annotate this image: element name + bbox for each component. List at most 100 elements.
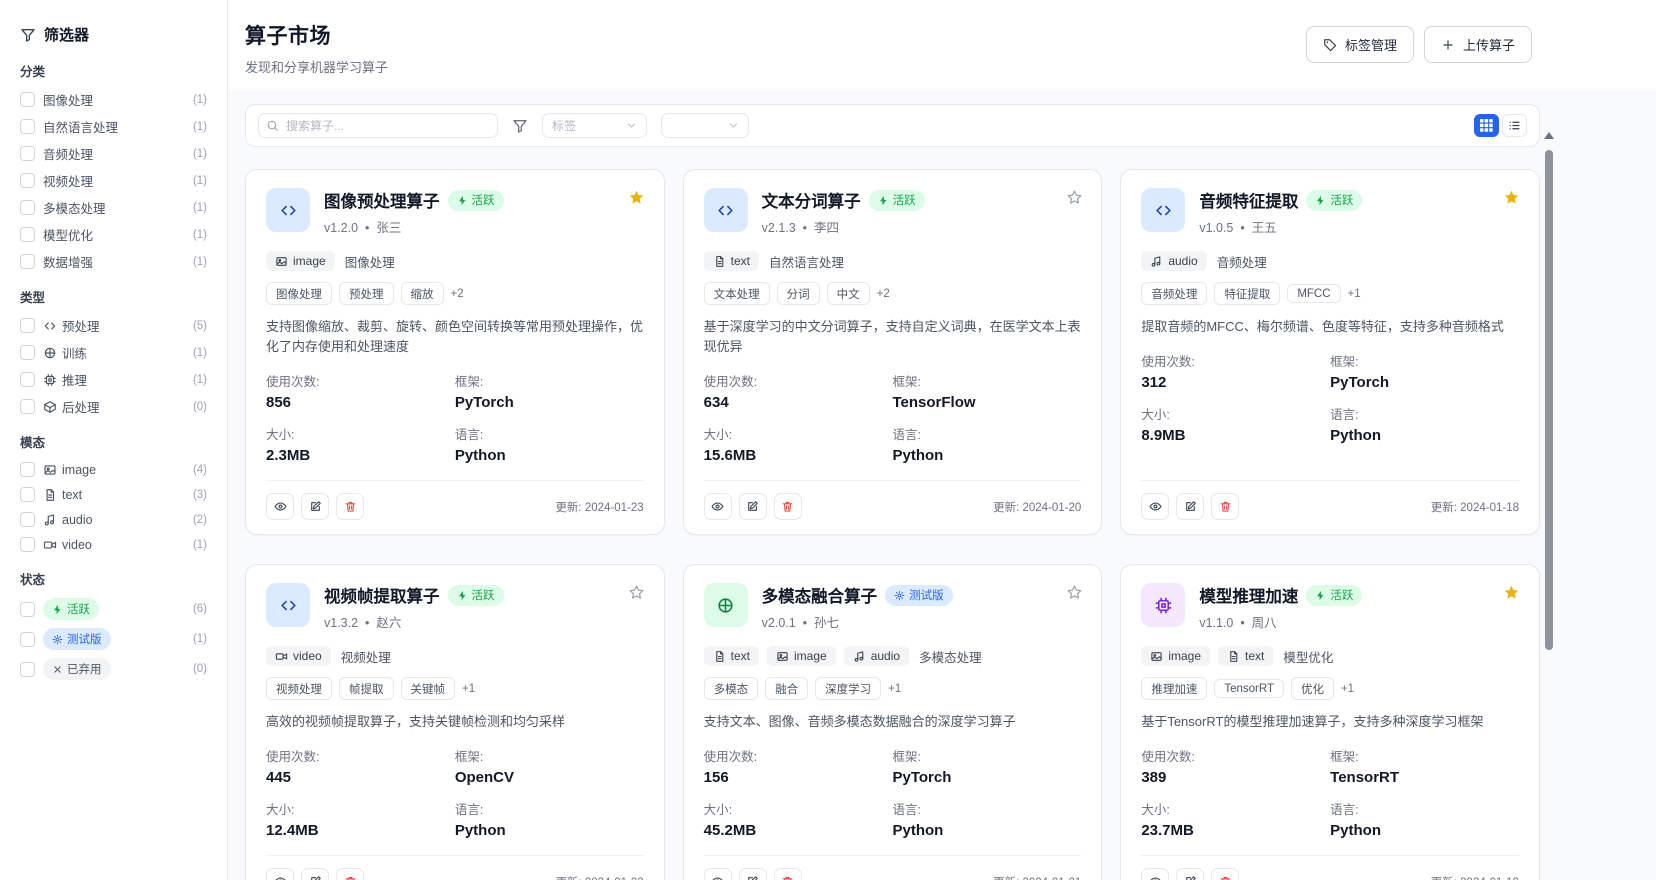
file-text-icon [43,488,57,502]
trash-icon [1219,500,1232,513]
filter-checkbox[interactable] [20,200,35,215]
list-view-button[interactable] [1502,114,1527,137]
filter-checkbox[interactable] [20,146,35,161]
edit-button[interactable] [301,493,329,520]
favorite-star-button[interactable] [1061,579,1087,605]
modality-label: text [731,649,750,663]
cpu-icon [1154,596,1173,615]
stats-grid: 使用次数:856框架:PyTorch大小:2.3MB语言:Python [266,371,644,464]
search-input[interactable] [258,113,498,138]
filter-checkbox[interactable] [20,345,35,360]
x-icon [52,664,63,675]
scrollbar-up-arrow[interactable] [1544,132,1554,139]
star-icon [1503,584,1520,601]
filter-checkbox[interactable] [20,602,35,617]
tag-manage-button[interactable]: 标签管理 [1306,26,1414,63]
filter-count: (6) [193,603,207,615]
framework-stat: 框架:PyTorch [1330,351,1519,391]
filter-checkbox[interactable] [20,173,35,188]
edit-button[interactable] [1176,493,1204,520]
grid-view-button[interactable] [1474,114,1499,137]
card-header: 文本分词算子活跃v2.1.3 • 李四 [704,188,1082,236]
filter-count: (0) [193,663,207,675]
badge-label: 测试版 [67,631,102,647]
operator-name: 视频帧提取算子 [324,583,440,607]
filter-checkbox[interactable] [20,662,35,677]
modality-row: textimageaudio多模态处理 [704,646,1082,666]
category-label: 视频处理 [341,647,391,666]
view-button[interactable] [704,493,732,520]
view-button[interactable] [704,868,732,880]
view-button[interactable] [1141,868,1169,880]
filter-checkbox[interactable] [20,632,35,647]
filter-section-title: 状态 [20,569,207,588]
vertical-scrollbar[interactable] [1544,132,1554,880]
delete-button[interactable] [336,868,364,880]
upload-operator-button[interactable]: 上传算子 [1424,26,1532,63]
category-label: 图像处理 [345,252,395,271]
filter-checkbox[interactable] [20,119,35,134]
delete-button[interactable] [774,868,802,880]
edit-button[interactable] [301,868,329,880]
language-stat: 语言:Python [1330,799,1519,839]
filter-checkbox[interactable] [20,372,35,387]
modality-label: image [794,649,827,663]
filter-count: (1) [193,374,207,386]
star-outline-icon [628,584,645,601]
view-button[interactable] [1141,493,1169,520]
view-button[interactable] [266,493,294,520]
operator-type-tile [704,188,748,232]
card-footer: 更新: 2024-01-19 [1141,855,1519,880]
edit-button[interactable] [739,868,767,880]
size-stat: 大小:45.2MB [704,799,893,839]
filter-checkbox[interactable] [20,227,35,242]
favorite-star-button[interactable] [1499,579,1525,605]
filter-checkbox[interactable] [20,512,35,527]
operator-name: 音频特征提取 [1199,188,1298,212]
operator-description: 支持文本、图像、音频多模态数据融合的深度学习算子 [704,712,1082,732]
modality-label: text [1245,649,1264,663]
filter-checkbox[interactable] [20,254,35,269]
eye-icon [274,875,287,880]
modality-label: image [1168,649,1201,663]
size-value: 8.9MB [1141,427,1330,444]
code-icon [279,596,298,615]
star-icon [1503,189,1520,206]
search-icon [266,119,279,132]
size-stat: 大小:2.3MB [266,424,455,464]
modality-row: audio音频处理 [1141,251,1519,271]
delete-button[interactable] [336,493,364,520]
favorite-star-button[interactable] [1061,184,1087,210]
usage-stat: 使用次数:856 [266,371,455,411]
view-button[interactable] [266,868,294,880]
filter-count: (5) [193,320,207,332]
category-label: 自然语言处理 [769,252,844,271]
more-tags-count: +2 [877,288,890,300]
delete-button[interactable] [1211,493,1239,520]
favorite-star-button[interactable] [624,579,650,605]
filter-section: 类型预处理(5)训练(1)推理(1)后处理(0) [20,287,207,416]
filter-checkbox[interactable] [20,92,35,107]
scrollbar-thumb[interactable] [1545,150,1553,650]
edit-button[interactable] [1176,868,1204,880]
delete-button[interactable] [774,493,802,520]
filter-checkbox[interactable] [20,537,35,552]
filter-title-text: 筛选器 [44,24,89,45]
filter-checkbox[interactable] [20,399,35,414]
favorite-star-button[interactable] [1499,184,1525,210]
favorite-star-button[interactable] [624,184,650,210]
filter-checkbox[interactable] [20,318,35,333]
filter-checkbox[interactable] [20,487,35,502]
language-stat: 语言:Python [892,799,1081,839]
card-footer: 更新: 2024-01-23 [266,480,644,520]
secondary-filter-select[interactable] [661,113,749,138]
card-header: 模型推理加速活跃v1.1.0 • 周八 [1141,583,1519,631]
usage-value: 445 [266,769,455,786]
modality-chip: image [1141,646,1210,666]
filter-checkbox[interactable] [20,462,35,477]
tag-filter-select[interactable]: 标签 [542,113,647,138]
edit-button[interactable] [739,493,767,520]
delete-button[interactable] [1211,868,1239,880]
card-header: 视频帧提取算子活跃v1.3.2 • 赵六 [266,583,644,631]
filter-count: (2) [193,514,207,526]
